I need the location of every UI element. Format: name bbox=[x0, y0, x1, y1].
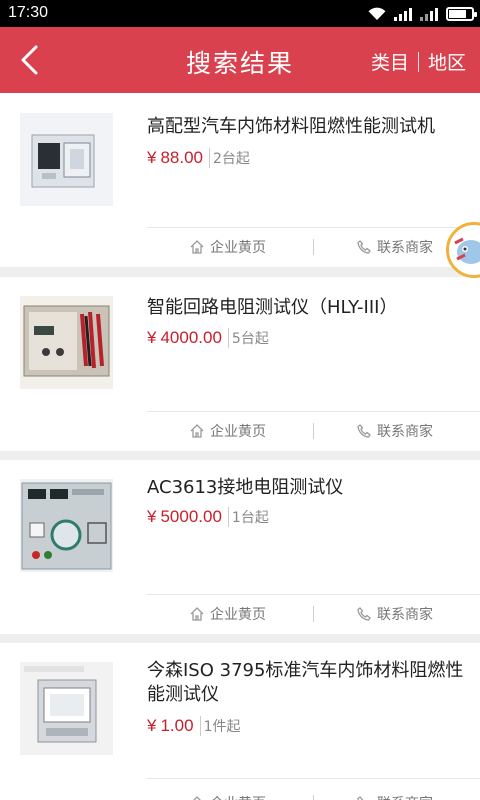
contact-seller-button[interactable]: 联系商家 bbox=[356, 411, 433, 451]
yellow-pages-button[interactable]: 企业黄页 bbox=[189, 783, 266, 800]
product-price: ¥1.00 bbox=[147, 716, 194, 736]
header-actions: 类目 地区 bbox=[371, 48, 466, 75]
status-bar: 17:30 bbox=[0, 0, 480, 27]
card-actions: 企业黄页 联系商家 bbox=[147, 227, 480, 267]
status-icons bbox=[368, 5, 477, 23]
product-image bbox=[20, 662, 113, 755]
product-name[interactable]: 高配型汽车内饰材料阻燃性能测试机 bbox=[147, 115, 466, 139]
price-line: ¥1.00 1件起 bbox=[147, 716, 240, 736]
product-name[interactable]: AC3613接地电阻测试仪 bbox=[147, 476, 466, 500]
card-actions: 企业黄页 联系商家 bbox=[147, 783, 480, 800]
action-divider bbox=[313, 606, 314, 622]
top-bar: 搜索结果 类目 地区 bbox=[0, 27, 480, 93]
yellow-pages-button[interactable]: 企业黄页 bbox=[189, 411, 266, 451]
product-image bbox=[20, 113, 113, 206]
product-name[interactable]: 今森ISO 3795标准汽车内饰材料阻燃性能测试仪 bbox=[147, 659, 466, 707]
price-line: ¥88.00 2台起 bbox=[147, 148, 250, 168]
contact-seller-button[interactable]: 联系商家 bbox=[356, 783, 433, 800]
battery-icon bbox=[446, 7, 477, 21]
price-value: 4000.00 bbox=[160, 328, 222, 347]
product-card[interactable]: 高配型汽车内饰材料阻燃性能测试机 ¥88.00 2台起 企业黄页 联系商家 bbox=[0, 93, 480, 267]
status-time: 17:30 bbox=[8, 4, 49, 21]
product-card[interactable]: 今森ISO 3795标准汽车内饰材料阻燃性能测试仪 ¥1.00 1件起 企业黄页… bbox=[0, 643, 480, 800]
price-value: 88.00 bbox=[160, 148, 204, 167]
mascot-icon bbox=[449, 225, 480, 275]
product-image bbox=[20, 296, 113, 389]
product-name[interactable]: 智能回路电阻测试仪（HLY-III） bbox=[147, 296, 466, 320]
yellow-pages-label: 企业黄页 bbox=[210, 607, 266, 623]
product-price: ¥5000.00 bbox=[147, 507, 222, 527]
min-order-qty: 2台起 bbox=[209, 148, 250, 168]
currency-symbol: ¥ bbox=[147, 148, 157, 167]
home-icon bbox=[193, 796, 201, 800]
category-button[interactable]: 类目 bbox=[371, 48, 409, 75]
min-order-qty: 5台起 bbox=[227, 328, 269, 348]
yellow-pages-label: 企业黄页 bbox=[210, 240, 266, 256]
card-actions: 企业黄页 联系商家 bbox=[147, 411, 480, 451]
home-icon bbox=[190, 424, 204, 438]
region-button[interactable]: 地区 bbox=[428, 48, 466, 75]
phone-icon bbox=[357, 607, 371, 621]
contact-seller-label: 联系商家 bbox=[377, 240, 433, 256]
yellow-pages-button[interactable]: 企业黄页 bbox=[189, 594, 266, 634]
contact-seller-label: 联系商家 bbox=[377, 793, 433, 800]
price-line: ¥4000.00 5台起 bbox=[147, 328, 269, 348]
product-price: ¥88.00 bbox=[147, 148, 203, 168]
price-line: ¥5000.00 1台起 bbox=[147, 507, 269, 527]
signal-icon bbox=[394, 7, 412, 21]
yellow-pages-button[interactable]: 企业黄页 bbox=[189, 227, 266, 267]
currency-symbol: ¥ bbox=[147, 328, 157, 347]
header-divider bbox=[417, 51, 419, 72]
action-divider bbox=[313, 423, 314, 439]
price-value: 1.00 bbox=[160, 716, 194, 735]
currency-symbol: ¥ bbox=[147, 716, 157, 735]
currency-symbol: ¥ bbox=[147, 507, 157, 526]
contact-seller-button[interactable]: 联系商家 bbox=[356, 594, 433, 634]
product-card[interactable]: 智能回路电阻测试仪（HLY-III） ¥4000.00 5台起 企业黄页 联系商… bbox=[0, 277, 480, 451]
phone-icon bbox=[357, 240, 371, 254]
product-image bbox=[20, 479, 113, 572]
yellow-pages-label: 企业黄页 bbox=[210, 424, 266, 440]
contact-seller-label: 联系商家 bbox=[377, 424, 433, 440]
card-divider bbox=[147, 778, 480, 779]
min-order-qty: 1台起 bbox=[227, 507, 269, 527]
phone-icon bbox=[357, 424, 371, 438]
price-value: 5000.00 bbox=[160, 507, 222, 526]
phone-icon bbox=[357, 796, 364, 800]
yellow-pages-label: 企业黄页 bbox=[210, 793, 266, 800]
home-icon bbox=[190, 240, 204, 254]
card-actions: 企业黄页 联系商家 bbox=[147, 594, 480, 634]
action-divider bbox=[313, 239, 314, 255]
wifi-icon bbox=[368, 7, 386, 21]
action-divider bbox=[313, 795, 314, 800]
contact-seller-label: 联系商家 bbox=[377, 607, 433, 623]
home-icon bbox=[190, 607, 204, 621]
product-card[interactable]: AC3613接地电阻测试仪 ¥5000.00 1台起 企业黄页 联系商家 bbox=[0, 460, 480, 634]
min-order-qty: 1件起 bbox=[199, 716, 240, 736]
contact-seller-button[interactable]: 联系商家 bbox=[356, 227, 433, 267]
signal-icon-2 bbox=[420, 7, 438, 21]
product-price: ¥4000.00 bbox=[147, 328, 222, 348]
